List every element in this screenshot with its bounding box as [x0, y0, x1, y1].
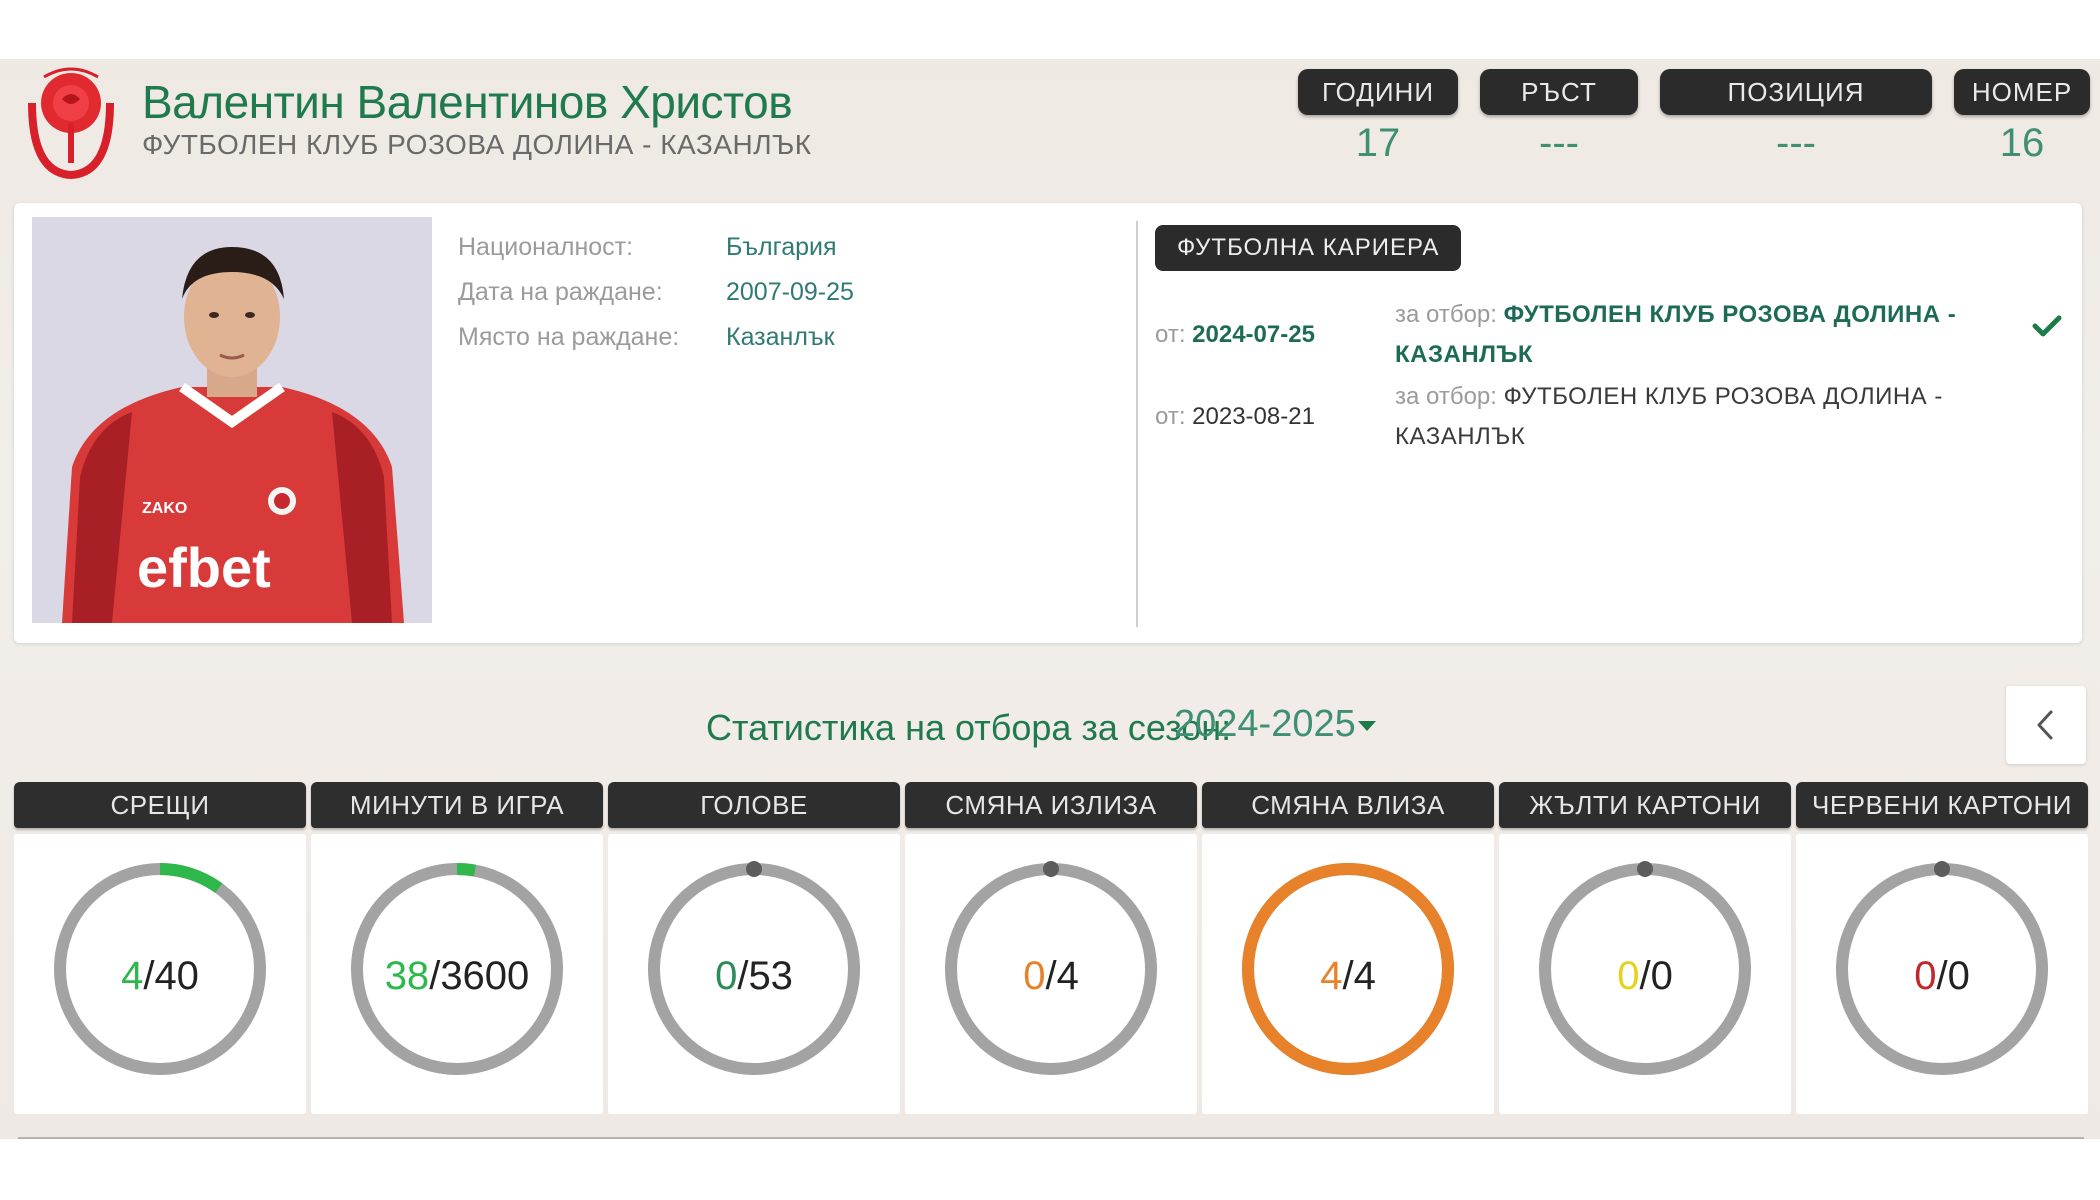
- player-photo: ZAKO efbet: [32, 217, 432, 623]
- age-label: ГОДИНИ: [1298, 69, 1458, 115]
- stat-value: 0/4: [905, 954, 1197, 999]
- club-logo: [24, 63, 118, 181]
- career-date: 2023-08-21: [1192, 403, 1315, 430]
- caret-down-icon[interactable]: [1358, 721, 1376, 731]
- card-divider: [1136, 221, 1138, 627]
- player-profile-page: Валентин Валентинов Христов ФУТБОЛЕН КЛУ…: [0, 59, 2100, 1139]
- player-name: Валентин Валентинов Христов: [142, 76, 793, 128]
- stat-current: 0: [1914, 954, 1937, 998]
- number-stat: НОМЕР 16: [1954, 69, 2090, 166]
- stat-current: 38: [384, 954, 430, 998]
- stat-total: 3600: [440, 954, 530, 998]
- position-label: ПОЗИЦИЯ: [1660, 69, 1932, 115]
- age-stat: ГОДИНИ 17: [1298, 69, 1458, 166]
- season-label: Статистика на отбора за сезон:: [706, 707, 1232, 748]
- stat-current: 4: [1320, 954, 1343, 998]
- birthplace-value: Казанлък: [726, 323, 835, 351]
- stat-tile-red-cards: ЧЕРВЕНИ КАРТОНИ 0/0: [1796, 782, 2088, 1114]
- position-value: ---: [1776, 121, 1816, 165]
- stat-current: 0: [1023, 954, 1046, 998]
- height-label: РЪСТ: [1480, 69, 1638, 115]
- birthplace-label: Място на раждане:: [458, 323, 680, 351]
- birthdate-label: Дата на раждане:: [458, 278, 663, 306]
- stat-label: ГОЛОВЕ: [608, 782, 900, 828]
- position-stat: ПОЗИЦИЯ ---: [1660, 69, 1932, 166]
- stat-separator: /: [737, 954, 749, 998]
- number-label: НОМЕР: [1954, 69, 2090, 115]
- stat-body: 4/40: [14, 834, 306, 1114]
- height-value: ---: [1539, 121, 1579, 165]
- chevron-left-icon: [2037, 710, 2053, 740]
- stat-label: ЧЕРВЕНИ КАРТОНИ: [1796, 782, 2088, 828]
- stat-total: 40: [154, 954, 199, 998]
- stat-body: 0/4: [905, 834, 1197, 1114]
- career-date: 2024-07-25: [1192, 321, 1315, 348]
- stat-current: 4: [121, 954, 144, 998]
- stat-separator: /: [429, 954, 441, 998]
- ring-start-marker: [1934, 861, 1950, 877]
- stat-label: ЖЪЛТИ КАРТОНИ: [1499, 782, 1791, 828]
- career-from-label: от:: [1155, 321, 1186, 348]
- stat-body: 0/53: [608, 834, 900, 1114]
- stat-tile-goals: ГОЛОВЕ 0/53: [608, 782, 900, 1114]
- season-dropdown[interactable]: 2024-2025: [1174, 703, 1356, 746]
- career-from-label: от:: [1155, 403, 1186, 430]
- stat-separator: /: [1936, 954, 1948, 998]
- stat-tile-minutes: МИНУТИ В ИГРА 38/3600: [311, 782, 603, 1114]
- player-info-card: ZAKO efbet Националност: България Дата н…: [14, 203, 2082, 643]
- stat-value: 0/0: [1796, 954, 2088, 999]
- nationality-value: България: [726, 233, 837, 261]
- nationality-label: Националност:: [458, 233, 634, 261]
- stat-value: 4/40: [14, 954, 306, 999]
- height-stat: РЪСТ ---: [1480, 69, 1638, 166]
- stat-label: СРЕЩИ: [14, 782, 306, 828]
- stat-separator: /: [1639, 954, 1651, 998]
- age-value: 17: [1355, 121, 1401, 165]
- number-value: 16: [1999, 121, 2045, 165]
- stat-current: 0: [1617, 954, 1640, 998]
- stat-total: 0: [1650, 954, 1673, 998]
- career-title: ФУТБОЛНА КАРИЕРА: [1155, 225, 1462, 271]
- shirt-sponsor-text: efbet: [137, 536, 271, 599]
- stat-tile-matches: СРЕЩИ 4/40: [14, 782, 306, 1114]
- check-icon: [2032, 314, 2062, 343]
- career-entry-current: от: 2024-07-25 за отбор: ФУТБОЛЕН КЛУБ Р…: [1155, 295, 2055, 385]
- stat-total: 4: [1353, 954, 1376, 998]
- stat-separator: /: [143, 954, 155, 998]
- stat-tile-subbed-off: СМЯНА ИЗЛИЗА 0/4: [905, 782, 1197, 1114]
- stat-separator: /: [1342, 954, 1354, 998]
- stat-body: 0/0: [1499, 834, 1791, 1114]
- stat-total: 53: [748, 954, 793, 998]
- stat-total: 4: [1056, 954, 1079, 998]
- stat-value: 0/53: [608, 954, 900, 999]
- stat-value: 4/4: [1202, 954, 1494, 999]
- stat-current: 0: [715, 954, 738, 998]
- stat-body: 4/4: [1202, 834, 1494, 1114]
- shirt-brand-text: ZAKO: [142, 500, 187, 517]
- ring-start-marker: [746, 861, 762, 877]
- ring-start-marker: [1637, 861, 1653, 877]
- ring-start-marker: [1043, 861, 1059, 877]
- birthdate-value: 2007-09-25: [726, 278, 854, 306]
- club-name: ФУТБОЛЕН КЛУБ РОЗОВА ДОЛИНА - КАЗАНЛЪК: [142, 129, 812, 160]
- stat-value: 0/0: [1499, 954, 1791, 999]
- stat-separator: /: [1045, 954, 1057, 998]
- previous-season-button[interactable]: [2006, 686, 2086, 764]
- stat-label: МИНУТИ В ИГРА: [311, 782, 603, 828]
- stat-label: СМЯНА ИЗЛИЗА: [905, 782, 1197, 828]
- stat-tile-subbed-on: СМЯНА ВЛИЗА 4/4: [1202, 782, 1494, 1114]
- stat-label: СМЯНА ВЛИЗА: [1202, 782, 1494, 828]
- stat-body: 38/3600: [311, 834, 603, 1114]
- stat-body: 0/0: [1796, 834, 2088, 1114]
- career-team-label: за отбор:: [1395, 301, 1497, 328]
- career-entry-previous: от: 2023-08-21 за отбор: ФУТБОЛЕН КЛУБ Р…: [1155, 377, 2055, 467]
- stat-value: 38/3600: [311, 954, 603, 999]
- stat-tile-yellow-cards: ЖЪЛТИ КАРТОНИ 0/0: [1499, 782, 1791, 1114]
- bottom-divider: [18, 1137, 2084, 1139]
- career-team-label: за отбор:: [1395, 383, 1497, 410]
- stat-total: 0: [1947, 954, 1970, 998]
